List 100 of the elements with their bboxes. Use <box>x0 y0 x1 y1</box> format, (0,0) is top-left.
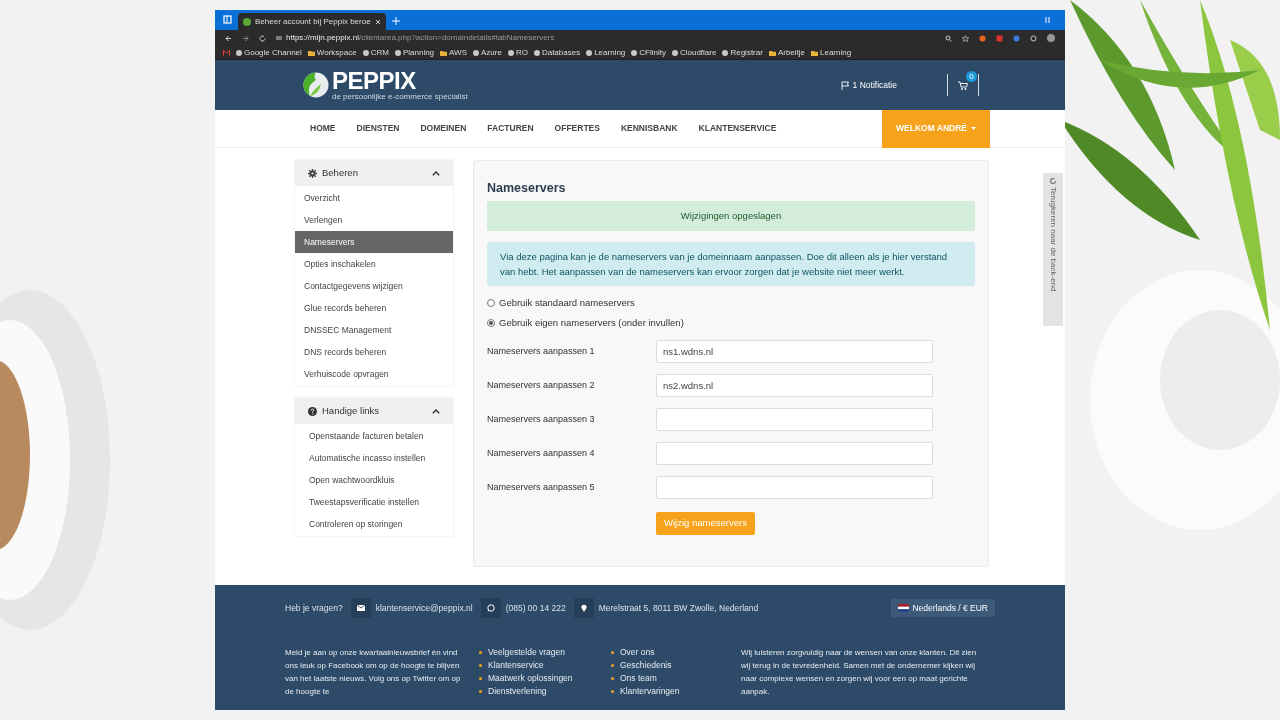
site-icon <box>671 49 678 56</box>
nameserver-field[interactable]: ns2.wdns.nl <box>656 374 933 397</box>
site-icon <box>394 49 401 56</box>
footer-link[interactable]: Veelgestelde vragen <box>479 646 611 659</box>
forward-icon[interactable] <box>242 34 249 42</box>
extension-icon[interactable] <box>996 34 1003 42</box>
folder-icon <box>440 49 448 56</box>
sidebar-item[interactable]: Open wachtwoordkluis <box>295 469 453 491</box>
settings-icon[interactable] <box>1030 34 1037 42</box>
sidebar-item[interactable]: Controleren op storingen <box>295 513 453 535</box>
field-label: Nameservers aanpassen 1 <box>487 344 596 358</box>
sidebar-item[interactable]: Contactgegevens wijzigen <box>295 275 453 297</box>
site-icon <box>586 49 593 56</box>
footer-link[interactable]: Dienstverlening <box>479 685 611 698</box>
sidebar-item[interactable]: Openstaande facturen betalen <box>295 425 453 447</box>
bookmark[interactable]: CFlinity <box>631 46 666 59</box>
radio-label: Gebruik eigen nameservers (onder invullen) <box>499 316 684 330</box>
site-icon <box>631 49 638 56</box>
panel-header[interactable]: Handige links <box>295 398 453 424</box>
bullet-icon <box>611 664 614 667</box>
newsletter-text: Meld je aan op onze kwartaalnieuwsbrief én vind ons leuk op Facebook om op de hoogte te blijven van het laatste nieuws. Volg ons op Twitter om op de hoogte te <box>285 647 462 698</box>
notification-link[interactable]: 1 Notificatie <box>840 78 897 92</box>
field-label: Nameservers aanpassen 3 <box>487 412 596 426</box>
footer-link[interactable]: Geschiedenis <box>611 659 741 672</box>
footer-link[interactable]: Klantenservice <box>479 659 611 672</box>
field-label: Nameservers aanpassen 4 <box>487 446 596 460</box>
logo-tagline: de persoonlijke e-commerce specialist <box>332 93 468 101</box>
radio-button[interactable] <box>487 299 495 307</box>
bookmark[interactable]: Registrar <box>722 46 763 59</box>
info-alert: Via deze pagina kan je de nameservers van je domeinnaam aanpassen. Doe dit alleen als je hier verstand van hebt. Het aanpassen van de nameservers kan ervoor zorgen dat je website niet meer werkt. <box>487 242 975 286</box>
bookmark[interactable]: RO <box>507 46 528 59</box>
bookmark[interactable]: AWS <box>440 46 467 59</box>
site-icon <box>507 49 514 56</box>
flag-icon <box>898 604 910 612</box>
folder-icon <box>307 49 315 56</box>
nameserver-field[interactable] <box>656 442 933 465</box>
nav-link[interactable]: DIENSTEN <box>356 122 400 135</box>
bookmark[interactable]: Planning <box>394 46 435 59</box>
extension-icon[interactable] <box>979 34 986 42</box>
sidebar-item[interactable]: Opties inschakelen <box>295 253 453 275</box>
sidebar-item[interactable]: Nameservers <box>295 231 453 253</box>
bullet-icon <box>611 690 614 693</box>
chat-icon <box>486 604 495 612</box>
bookmark[interactable]: Databases <box>533 46 581 59</box>
footer-link[interactable]: Over ons <box>611 646 741 659</box>
nameserver-field[interactable]: ns1.wdns.nl <box>656 340 933 363</box>
contact-text: klantenservice@peppix.nl <box>375 601 473 615</box>
bookmark[interactable]: Google Channel <box>236 46 302 59</box>
browser-tab[interactable]: Beheer account bij Peppix beroe <box>238 13 386 30</box>
back-end-tab[interactable]: Terugkeren naar de back-end <box>1043 173 1063 326</box>
reload-icon[interactable] <box>259 34 266 42</box>
zoom-icon[interactable] <box>945 34 952 42</box>
nameserver-field[interactable] <box>656 408 933 431</box>
bookmark[interactable]: CRM <box>362 46 389 59</box>
nav-link[interactable]: FACTUREN <box>487 122 534 135</box>
bookmark[interactable]: Learning <box>586 46 626 59</box>
sidebar-item[interactable]: Tweestapsverificatie instellen <box>295 491 453 513</box>
flag-icon <box>840 80 850 90</box>
bullet-icon <box>479 664 482 667</box>
profile-icon[interactable] <box>1047 34 1055 42</box>
sidebar-item[interactable]: Verlengen <box>295 209 453 231</box>
nav-link[interactable]: DOMEINEN <box>420 122 467 135</box>
bookmark[interactable]: Arbeitje <box>768 46 805 59</box>
sidebar-item[interactable]: Glue records beheren <box>295 297 453 319</box>
footer-link[interactable]: Klantervaringen <box>611 685 741 698</box>
nameserver-field[interactable] <box>656 476 933 499</box>
gear-icon <box>308 168 317 178</box>
extension-icon[interactable] <box>1013 34 1020 42</box>
panel-header[interactable]: Beheren <box>295 160 453 186</box>
sidebar-item[interactable]: Overzicht <box>295 187 453 209</box>
folder-icon <box>768 49 776 56</box>
bookmark[interactable]: Workspace <box>307 46 357 59</box>
bookmark[interactable]: Azure <box>473 46 502 59</box>
mail-icon[interactable] <box>223 49 230 56</box>
nav-link[interactable]: OFFERTES <box>554 122 600 135</box>
sidebar-item[interactable]: DNSSEC Management <box>295 319 453 341</box>
radio-button[interactable] <box>487 319 495 327</box>
help-icon <box>308 406 317 416</box>
back-icon[interactable] <box>225 34 232 42</box>
nav-link[interactable]: KLANTENSERVICE <box>698 122 777 135</box>
footer-link[interactable]: Maatwerk oplossingen <box>479 672 611 685</box>
footer-link[interactable]: Ons team <box>611 672 741 685</box>
radio-label: Gebruik standaard nameservers <box>499 296 635 310</box>
bookmark[interactable]: Cloudflare <box>671 46 717 59</box>
new-tab-icon[interactable] <box>391 17 400 25</box>
sidebar-item[interactable]: Automatische incasso instellen <box>295 447 453 469</box>
close-icon[interactable] <box>374 18 381 25</box>
favicon-icon <box>243 17 251 26</box>
sidebar-item[interactable]: DNS records beheren <box>295 341 453 363</box>
refresh-icon <box>1049 177 1057 185</box>
nav-link[interactable]: KENNISBANK <box>620 122 678 135</box>
location-pin-icon <box>580 604 587 612</box>
bookmark[interactable]: Learning <box>811 46 852 59</box>
nav-link[interactable]: HOME <box>310 122 336 135</box>
logo-icon <box>303 72 329 98</box>
tab-actions-icon[interactable] <box>223 15 232 24</box>
star-icon[interactable] <box>962 34 969 42</box>
sidebar-item[interactable]: Verhuiscode opvragen <box>295 363 453 385</box>
logo-text: PEPPIX <box>332 69 417 93</box>
language-button[interactable]: Nederlands / € EUR <box>891 599 995 617</box>
